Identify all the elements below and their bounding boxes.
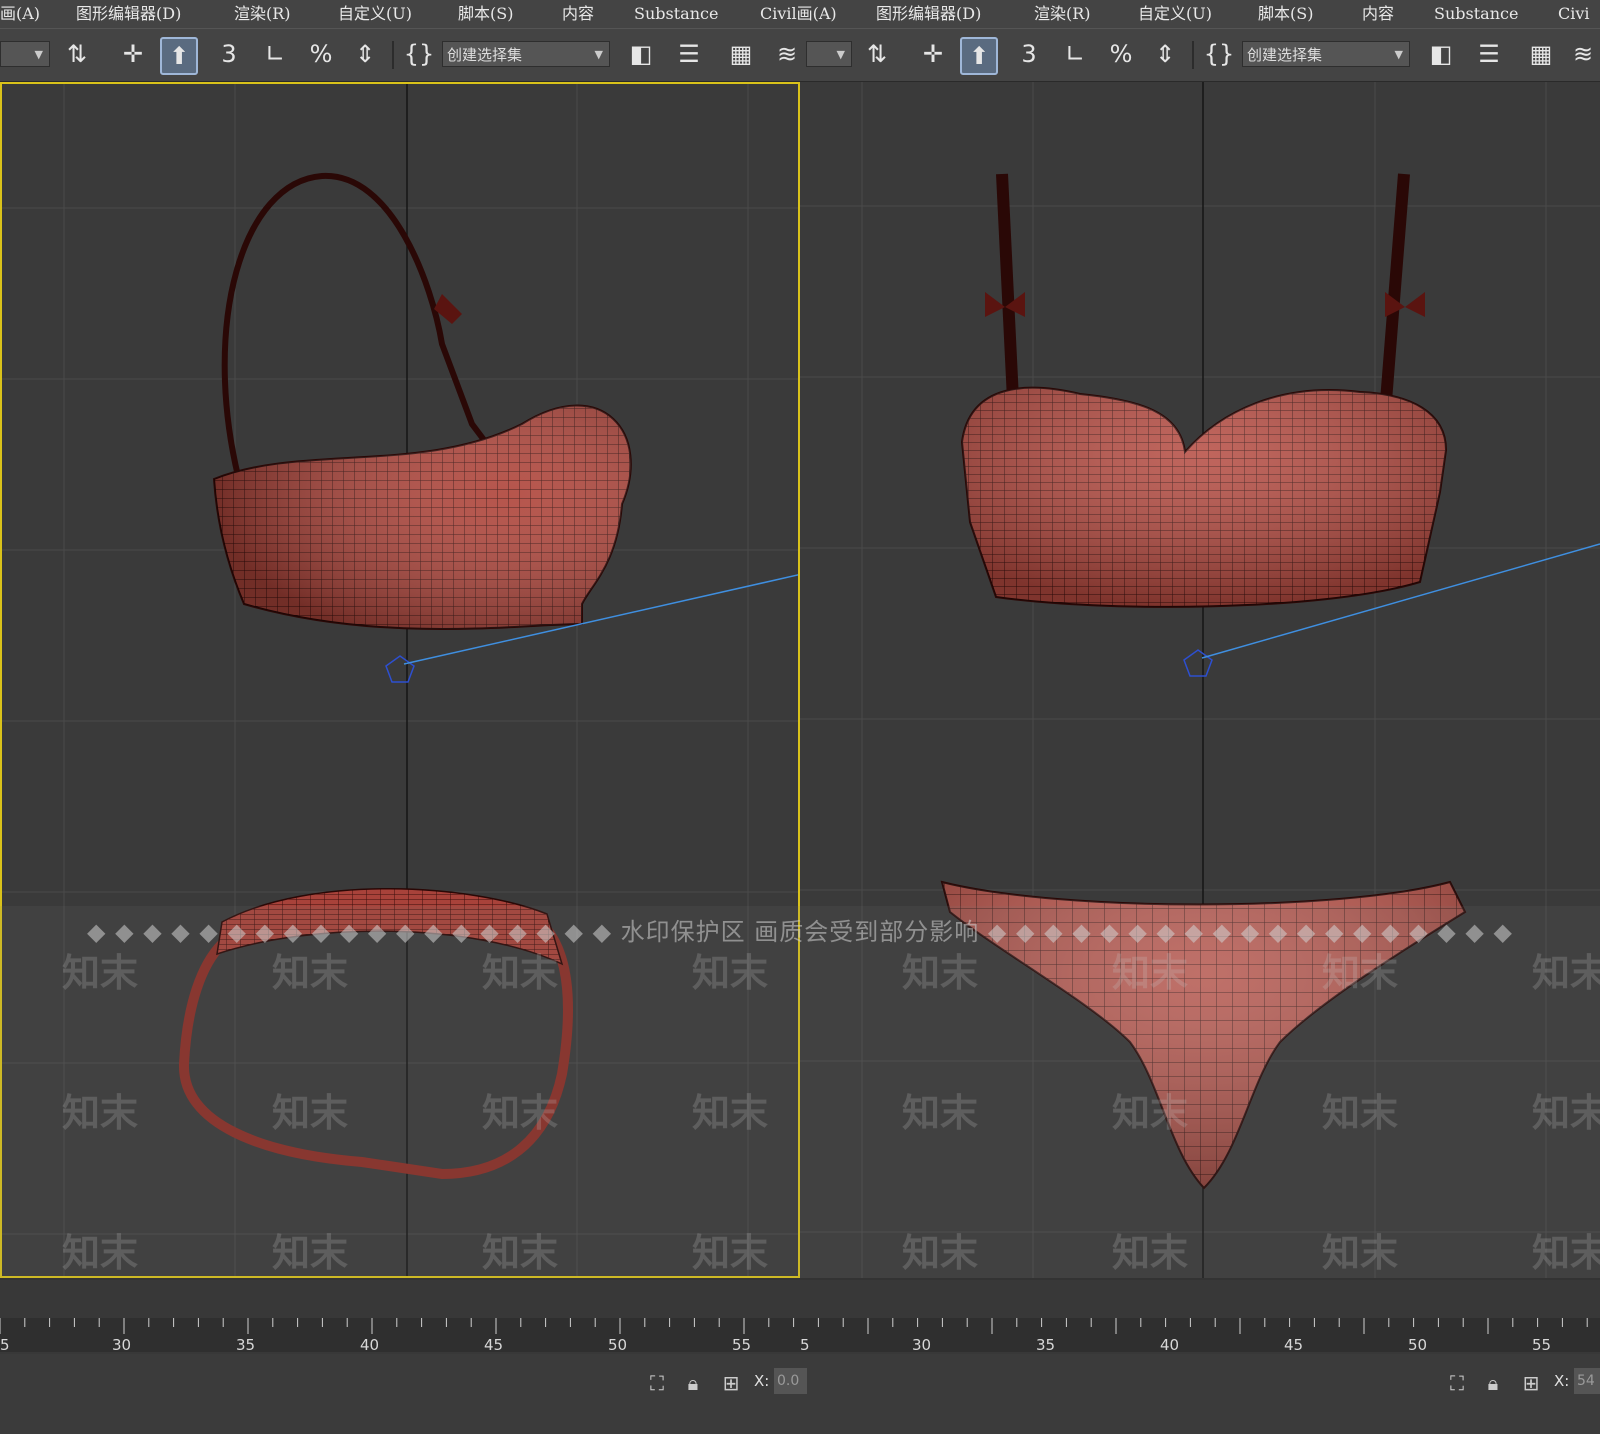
- main-toolbar: ▼ ⇅ ✛ ⬆ 3 ∟ % ⇕ {} 创建选择集 ▼ ◧ ☰ ▦ ≋ ▼ ⇅ ✛ …: [0, 28, 1600, 81]
- toolbar-separator: [392, 41, 394, 69]
- bra-model-front[interactable]: [960, 173, 1448, 608]
- scene-explorer-icon[interactable]: ▦: [724, 37, 758, 71]
- tick-label: 45: [1284, 1336, 1304, 1354]
- menu-substance[interactable]: Substance: [634, 0, 718, 28]
- menu-scripting[interactable]: 脚本(S): [458, 0, 513, 28]
- menu-civil-view-2[interactable]: Civi: [1558, 0, 1590, 28]
- menu-customize-2[interactable]: 自定义(U): [1138, 0, 1212, 28]
- spinner-snap-icon-2[interactable]: ⇕: [1148, 37, 1182, 71]
- bra-strap: [221, 172, 505, 477]
- select-object-icon-2[interactable]: ⬆: [960, 37, 998, 75]
- layer-explorer-icon-2[interactable]: ≋: [1566, 37, 1600, 71]
- scene-explorer-icon-2[interactable]: ▦: [1524, 37, 1558, 71]
- tick-label: 30: [112, 1336, 132, 1354]
- tick-label: 40: [360, 1336, 380, 1354]
- reference-coord-dropdown[interactable]: ▼: [0, 41, 50, 67]
- select-and-link-icon-2[interactable]: ⇅: [860, 37, 894, 71]
- tick-label: 30: [912, 1336, 932, 1354]
- mirror-icon-2[interactable]: ◧: [1424, 37, 1458, 71]
- tick-label: 40: [1160, 1336, 1180, 1354]
- menu-graph-editors-2[interactable]: 图形编辑器(D): [876, 0, 981, 28]
- x-coord-label: X:: [754, 1372, 770, 1390]
- camera-target-icon[interactable]: [385, 655, 415, 683]
- tick-label: 35: [1036, 1336, 1056, 1354]
- snap-3d-icon-2[interactable]: 3: [1012, 37, 1046, 71]
- menu-scripting-2[interactable]: 脚本(S): [1258, 0, 1313, 28]
- camera-target-icon-right[interactable]: [1183, 649, 1213, 677]
- tick-label: 55: [732, 1336, 752, 1354]
- layer-explorer-icon[interactable]: ≋: [770, 37, 804, 71]
- reference-coord-dropdown-2[interactable]: ▼: [806, 41, 852, 67]
- status-bar: [0, 1354, 1600, 1434]
- menu-content[interactable]: 内容: [562, 0, 594, 28]
- tick-label: 5: [0, 1336, 10, 1354]
- move-gizmo-icon-2[interactable]: ✛: [916, 37, 950, 71]
- tick-label: 55: [1532, 1336, 1552, 1354]
- right-viewport-canvas: [800, 82, 1600, 1278]
- tick-label: 50: [608, 1336, 628, 1354]
- named-selection-set-dropdown[interactable]: 创建选择集 ▼: [442, 41, 610, 67]
- edit-named-selection-icon-2[interactable]: {}: [1202, 37, 1236, 71]
- selection-set-placeholder: 创建选择集: [447, 46, 523, 64]
- bra-cups-shading: [962, 387, 1446, 607]
- lock-icon-2[interactable]: 🔒︎: [1480, 1370, 1506, 1396]
- tick-label: 5: [800, 1336, 810, 1354]
- x-coord-label-2: X:: [1554, 1372, 1570, 1390]
- tick-label: 45: [484, 1336, 504, 1354]
- select-object-icon[interactable]: ⬆: [160, 37, 198, 75]
- tick-label: 35: [236, 1336, 256, 1354]
- menu-civil-view[interactable]: Civil画(A): [760, 0, 837, 28]
- left-viewport[interactable]: [0, 82, 800, 1278]
- x-coord-field[interactable]: 0.0: [774, 1368, 807, 1394]
- menu-bar: 画(A) 图形编辑器(D) 渲染(R) 自定义(U) 脚本(S) 内容 Subs…: [0, 0, 1600, 28]
- menu-rendering-2[interactable]: 渲染(R): [1034, 0, 1091, 28]
- right-viewport[interactable]: [800, 82, 1600, 1278]
- align-icon[interactable]: ☰: [672, 37, 706, 71]
- menu-rendering[interactable]: 渲染(R): [234, 0, 291, 28]
- spinner-snap-icon[interactable]: ⇕: [348, 37, 382, 71]
- menu-graph-editors[interactable]: 图形编辑器(D): [76, 0, 181, 28]
- align-icon-2[interactable]: ☰: [1472, 37, 1506, 71]
- absolute-mode-icon-2[interactable]: ⊞: [1518, 1370, 1544, 1396]
- isolate-selection-icon-2[interactable]: ⛶: [1444, 1370, 1470, 1396]
- left-viewport-canvas: [2, 84, 798, 1276]
- x-coord-field-2[interactable]: 54: [1574, 1368, 1600, 1394]
- named-selection-set-dropdown-2[interactable]: 创建选择集 ▼: [1242, 41, 1410, 67]
- menu-animation[interactable]: 画(A): [0, 0, 40, 28]
- angle-snap-icon[interactable]: ∟: [258, 37, 292, 71]
- percent-snap-icon[interactable]: %: [304, 37, 338, 71]
- isolate-selection-icon[interactable]: ⛶: [644, 1370, 670, 1396]
- selection-set-placeholder-2: 创建选择集: [1247, 46, 1323, 64]
- watermark-banner: ◆ ◆ ◆ ◆ ◆ ◆ ◆ ◆ ◆ ◆ ◆ ◆ ◆ ◆ ◆ ◆ ◆ ◆ ◆ 水印…: [87, 918, 1513, 946]
- lock-icon[interactable]: 🔒︎: [680, 1370, 706, 1396]
- snap-3d-icon[interactable]: 3: [212, 37, 246, 71]
- angle-snap-icon-2[interactable]: ∟: [1058, 37, 1092, 71]
- select-and-link-icon[interactable]: ⇅: [60, 37, 94, 71]
- absolute-mode-icon[interactable]: ⊞: [718, 1370, 744, 1396]
- viewport-grid: [2, 84, 798, 1276]
- menu-customize[interactable]: 自定义(U): [338, 0, 412, 28]
- bra-model-side[interactable]: [212, 172, 632, 630]
- percent-snap-icon-2[interactable]: %: [1104, 37, 1138, 71]
- mirror-icon[interactable]: ◧: [624, 37, 658, 71]
- edit-named-selection-icon[interactable]: {}: [402, 37, 436, 71]
- toolbar-separator-2: [1192, 41, 1194, 69]
- tick-label: 50: [1408, 1336, 1428, 1354]
- menu-content-2[interactable]: 内容: [1362, 0, 1394, 28]
- menu-substance-2[interactable]: Substance: [1434, 0, 1518, 28]
- move-gizmo-icon[interactable]: ✛: [116, 37, 150, 71]
- bra-cup-shading: [214, 405, 631, 629]
